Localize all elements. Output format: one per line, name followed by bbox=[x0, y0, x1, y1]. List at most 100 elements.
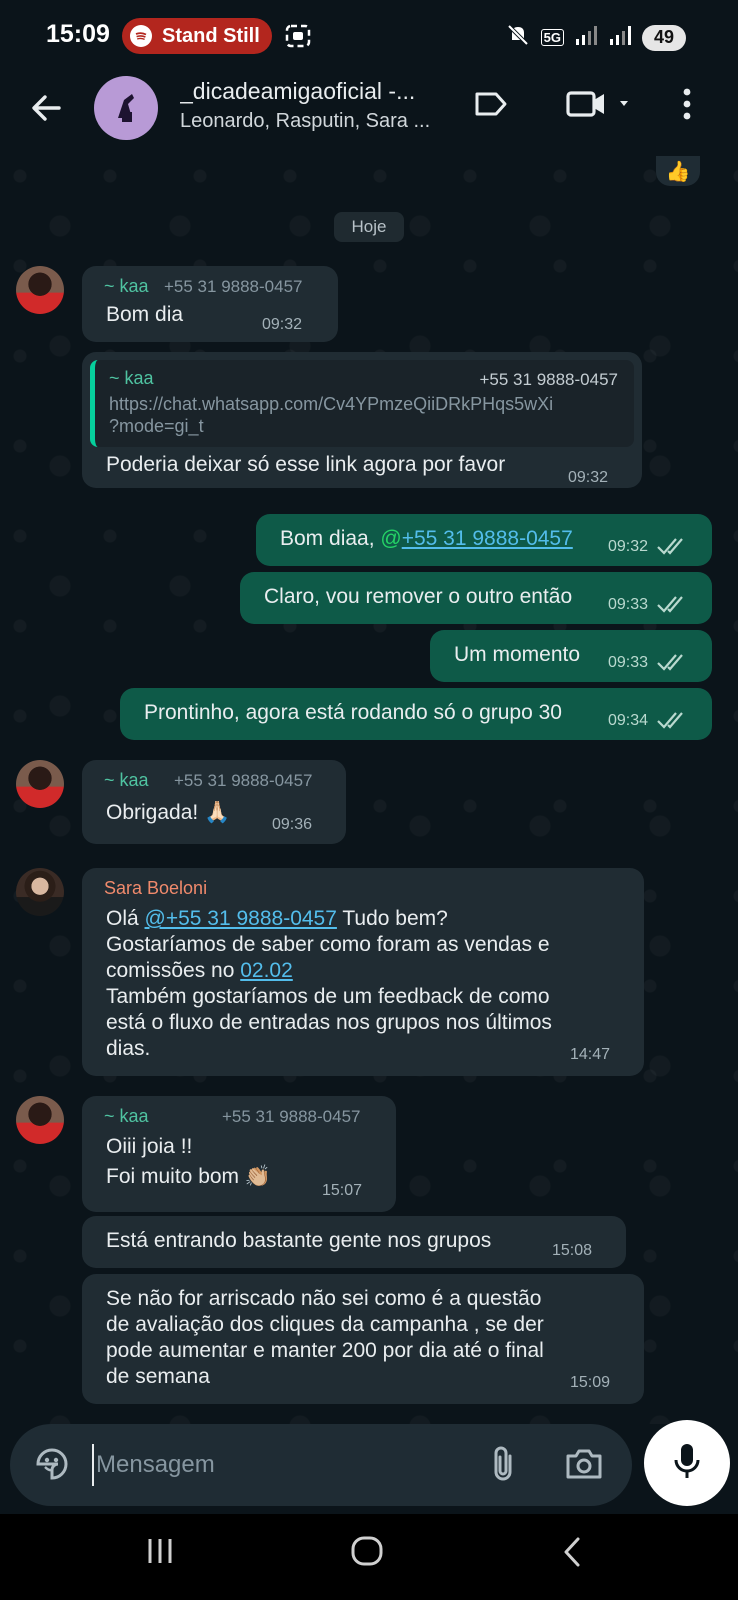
sender-name[interactable]: ~ kaa bbox=[104, 276, 149, 297]
message-body: Se não for arriscado não sei como é a qu… bbox=[106, 1286, 544, 1390]
message-text: Claro, vou remover o outro então bbox=[264, 585, 573, 608]
incoming-message[interactable]: Está entrando bastante gente nos grupos … bbox=[82, 1216, 626, 1268]
message-line: pode aumentar e manter 200 por dia até o… bbox=[106, 1339, 544, 1362]
sticker-icon[interactable] bbox=[32, 1444, 72, 1489]
double-check-icon bbox=[656, 594, 686, 619]
message-line: de semana bbox=[106, 1365, 210, 1388]
now-playing-title: Stand Still bbox=[162, 24, 260, 47]
message-time: 09:33 bbox=[608, 654, 649, 671]
avatar[interactable] bbox=[16, 868, 64, 916]
message-reaction[interactable]: 👍 bbox=[656, 156, 700, 186]
message-line: comissões no 02.02 bbox=[106, 958, 552, 984]
double-check-icon bbox=[656, 652, 686, 677]
mention-at: @ bbox=[380, 527, 402, 550]
message-text-prefix: comissões no bbox=[106, 959, 241, 982]
chat-participants[interactable]: Leonardo, Rasputin, Sara ... bbox=[180, 110, 450, 133]
message-text-prefix: Olá bbox=[106, 907, 145, 930]
avatar[interactable] bbox=[16, 266, 64, 314]
message-line: Gostaríamos de saber como foram as venda… bbox=[106, 933, 550, 956]
sender-phone: +55 31 9888-0457 bbox=[164, 277, 303, 296]
message-time: 15:08 bbox=[551, 1242, 592, 1259]
message-time: 15:07 bbox=[321, 1182, 362, 1199]
label-button[interactable] bbox=[474, 88, 508, 124]
avatar[interactable] bbox=[16, 1096, 64, 1144]
camera-icon[interactable] bbox=[564, 1446, 604, 1487]
message-time: 15:09 bbox=[569, 1374, 610, 1391]
home-icon[interactable] bbox=[350, 1536, 384, 1566]
double-check-icon bbox=[656, 536, 686, 561]
quoted-text-line: https://chat.whatsapp.com/Cv4YPmzeQiiDRk… bbox=[109, 394, 554, 414]
recent-apps-icon[interactable] bbox=[144, 1536, 176, 1566]
message-line: Se não for arriscado não sei como é a qu… bbox=[106, 1287, 542, 1310]
incoming-message[interactable]: ~ kaa +55 31 9888-0457 https://chat.what… bbox=[82, 352, 642, 488]
incoming-message[interactable]: ~ kaa +55 31 9888-0457 Obrigada! 🙏🏻 09:3… bbox=[82, 760, 346, 844]
message-text: Está entrando bastante gente nos grupos bbox=[106, 1229, 492, 1252]
screen-record-icon bbox=[284, 22, 312, 55]
incoming-message[interactable]: Se não for arriscado não sei como é a qu… bbox=[82, 1274, 644, 1404]
battery-indicator: 49 bbox=[642, 24, 686, 51]
mention-link[interactable]: +55 31 9888-0457 bbox=[402, 527, 573, 550]
message-input[interactable] bbox=[92, 1444, 392, 1486]
message-line: Oiii joia !! bbox=[106, 1135, 193, 1158]
quoted-text-line: ?mode=gi_t bbox=[109, 416, 204, 436]
message-time: 09:34 bbox=[608, 712, 649, 729]
arrow-left-icon bbox=[29, 91, 63, 130]
incoming-message[interactable]: Sara Boeloni Olá @+55 31 9888-0457 Tudo … bbox=[82, 868, 644, 1076]
outgoing-message[interactable]: Bom diaa, @+55 31 9888-0457 09:32 bbox=[256, 514, 712, 566]
chat-header: _dicadeamigaoficial -... Leonardo, Raspu… bbox=[0, 72, 738, 156]
sender-name[interactable]: ~ kaa bbox=[104, 1106, 149, 1127]
mute-icon bbox=[505, 22, 531, 53]
more-options-button[interactable] bbox=[682, 88, 692, 124]
date-separator: Hoje bbox=[334, 212, 404, 242]
message-line: Olá @+55 31 9888-0457 Tudo bem? bbox=[106, 906, 552, 932]
status-icons: 5G 49 bbox=[505, 22, 686, 53]
quoted-phone: +55 31 9888-0457 bbox=[479, 370, 619, 389]
message-line: de avaliação dos cliques da campanha , s… bbox=[106, 1313, 544, 1336]
system-navigation-bar bbox=[0, 1514, 738, 1600]
message-text-prefix: Bom diaa, bbox=[280, 527, 381, 550]
date-link[interactable]: 02.02 bbox=[240, 959, 293, 982]
avatar[interactable] bbox=[16, 760, 64, 808]
message-text: Bom diaa, @+55 31 9888-0457 bbox=[280, 526, 573, 552]
outgoing-message[interactable]: Claro, vou remover o outro então 09:33 bbox=[240, 572, 712, 624]
incoming-message[interactable]: ~ kaa +55 31 9888-0457 Oiii joia !! Foi … bbox=[82, 1096, 396, 1212]
outgoing-message[interactable]: Um momento 09:33 bbox=[430, 630, 712, 682]
outgoing-message[interactable]: Prontinho, agora está rodando só o grupo… bbox=[120, 688, 712, 740]
back-nav-icon[interactable] bbox=[560, 1536, 584, 1568]
message-line: Também gostaríamos de um feedback de com… bbox=[106, 985, 550, 1008]
signal-icon-1 bbox=[574, 23, 598, 52]
quoted-message[interactable]: ~ kaa +55 31 9888-0457 https://chat.what… bbox=[90, 360, 634, 447]
message-text-suffix: Tudo bem? bbox=[336, 907, 448, 930]
more-vertical-icon bbox=[682, 88, 692, 125]
message-time: 09:32 bbox=[608, 538, 649, 555]
video-call-button[interactable] bbox=[566, 88, 638, 124]
message-text: Um momento bbox=[454, 643, 581, 666]
message-line: está o fluxo de entradas nos grupos nos … bbox=[106, 1011, 552, 1034]
chat-title[interactable]: _dicadeamigaoficial -... bbox=[180, 78, 440, 105]
message-line: dias. bbox=[106, 1037, 151, 1060]
label-tag-icon bbox=[474, 90, 508, 123]
sender-phone: +55 31 9888-0457 bbox=[222, 1107, 361, 1126]
incoming-message[interactable]: ~ kaa +55 31 9888-0457 Bom dia 09:32 bbox=[82, 266, 338, 342]
sender-name[interactable]: Sara Boeloni bbox=[104, 878, 207, 899]
message-text: Prontinho, agora está rodando só o grupo… bbox=[144, 701, 562, 724]
voice-message-button[interactable] bbox=[644, 1420, 730, 1506]
message-text: Obrigada! 🙏🏻 bbox=[106, 801, 231, 824]
message-list[interactable]: 👍 Hoje ~ kaa +55 31 9888-0457 Bom dia 09… bbox=[0, 156, 738, 1424]
microphone-icon bbox=[672, 1441, 702, 1486]
message-time: 09:33 bbox=[608, 596, 649, 613]
status-time: 15:09 bbox=[46, 20, 110, 48]
sender-name[interactable]: ~ kaa bbox=[104, 770, 149, 791]
message-body: Olá @+55 31 9888-0457 Tudo bem? Gostaría… bbox=[106, 906, 552, 1062]
message-time: 14:47 bbox=[569, 1046, 610, 1063]
back-button[interactable] bbox=[26, 90, 66, 130]
group-avatar[interactable] bbox=[94, 76, 158, 140]
paperclip-icon[interactable] bbox=[488, 1444, 518, 1489]
mention-link[interactable]: @+55 31 9888-0457 bbox=[145, 907, 337, 930]
message-time: 09:36 bbox=[271, 816, 312, 833]
now-playing-pill[interactable]: Stand Still bbox=[122, 18, 272, 54]
signal-icon-2 bbox=[608, 23, 632, 52]
video-camera-icon bbox=[566, 89, 638, 124]
double-check-icon bbox=[656, 710, 686, 735]
sender-phone: +55 31 9888-0457 bbox=[174, 771, 313, 790]
